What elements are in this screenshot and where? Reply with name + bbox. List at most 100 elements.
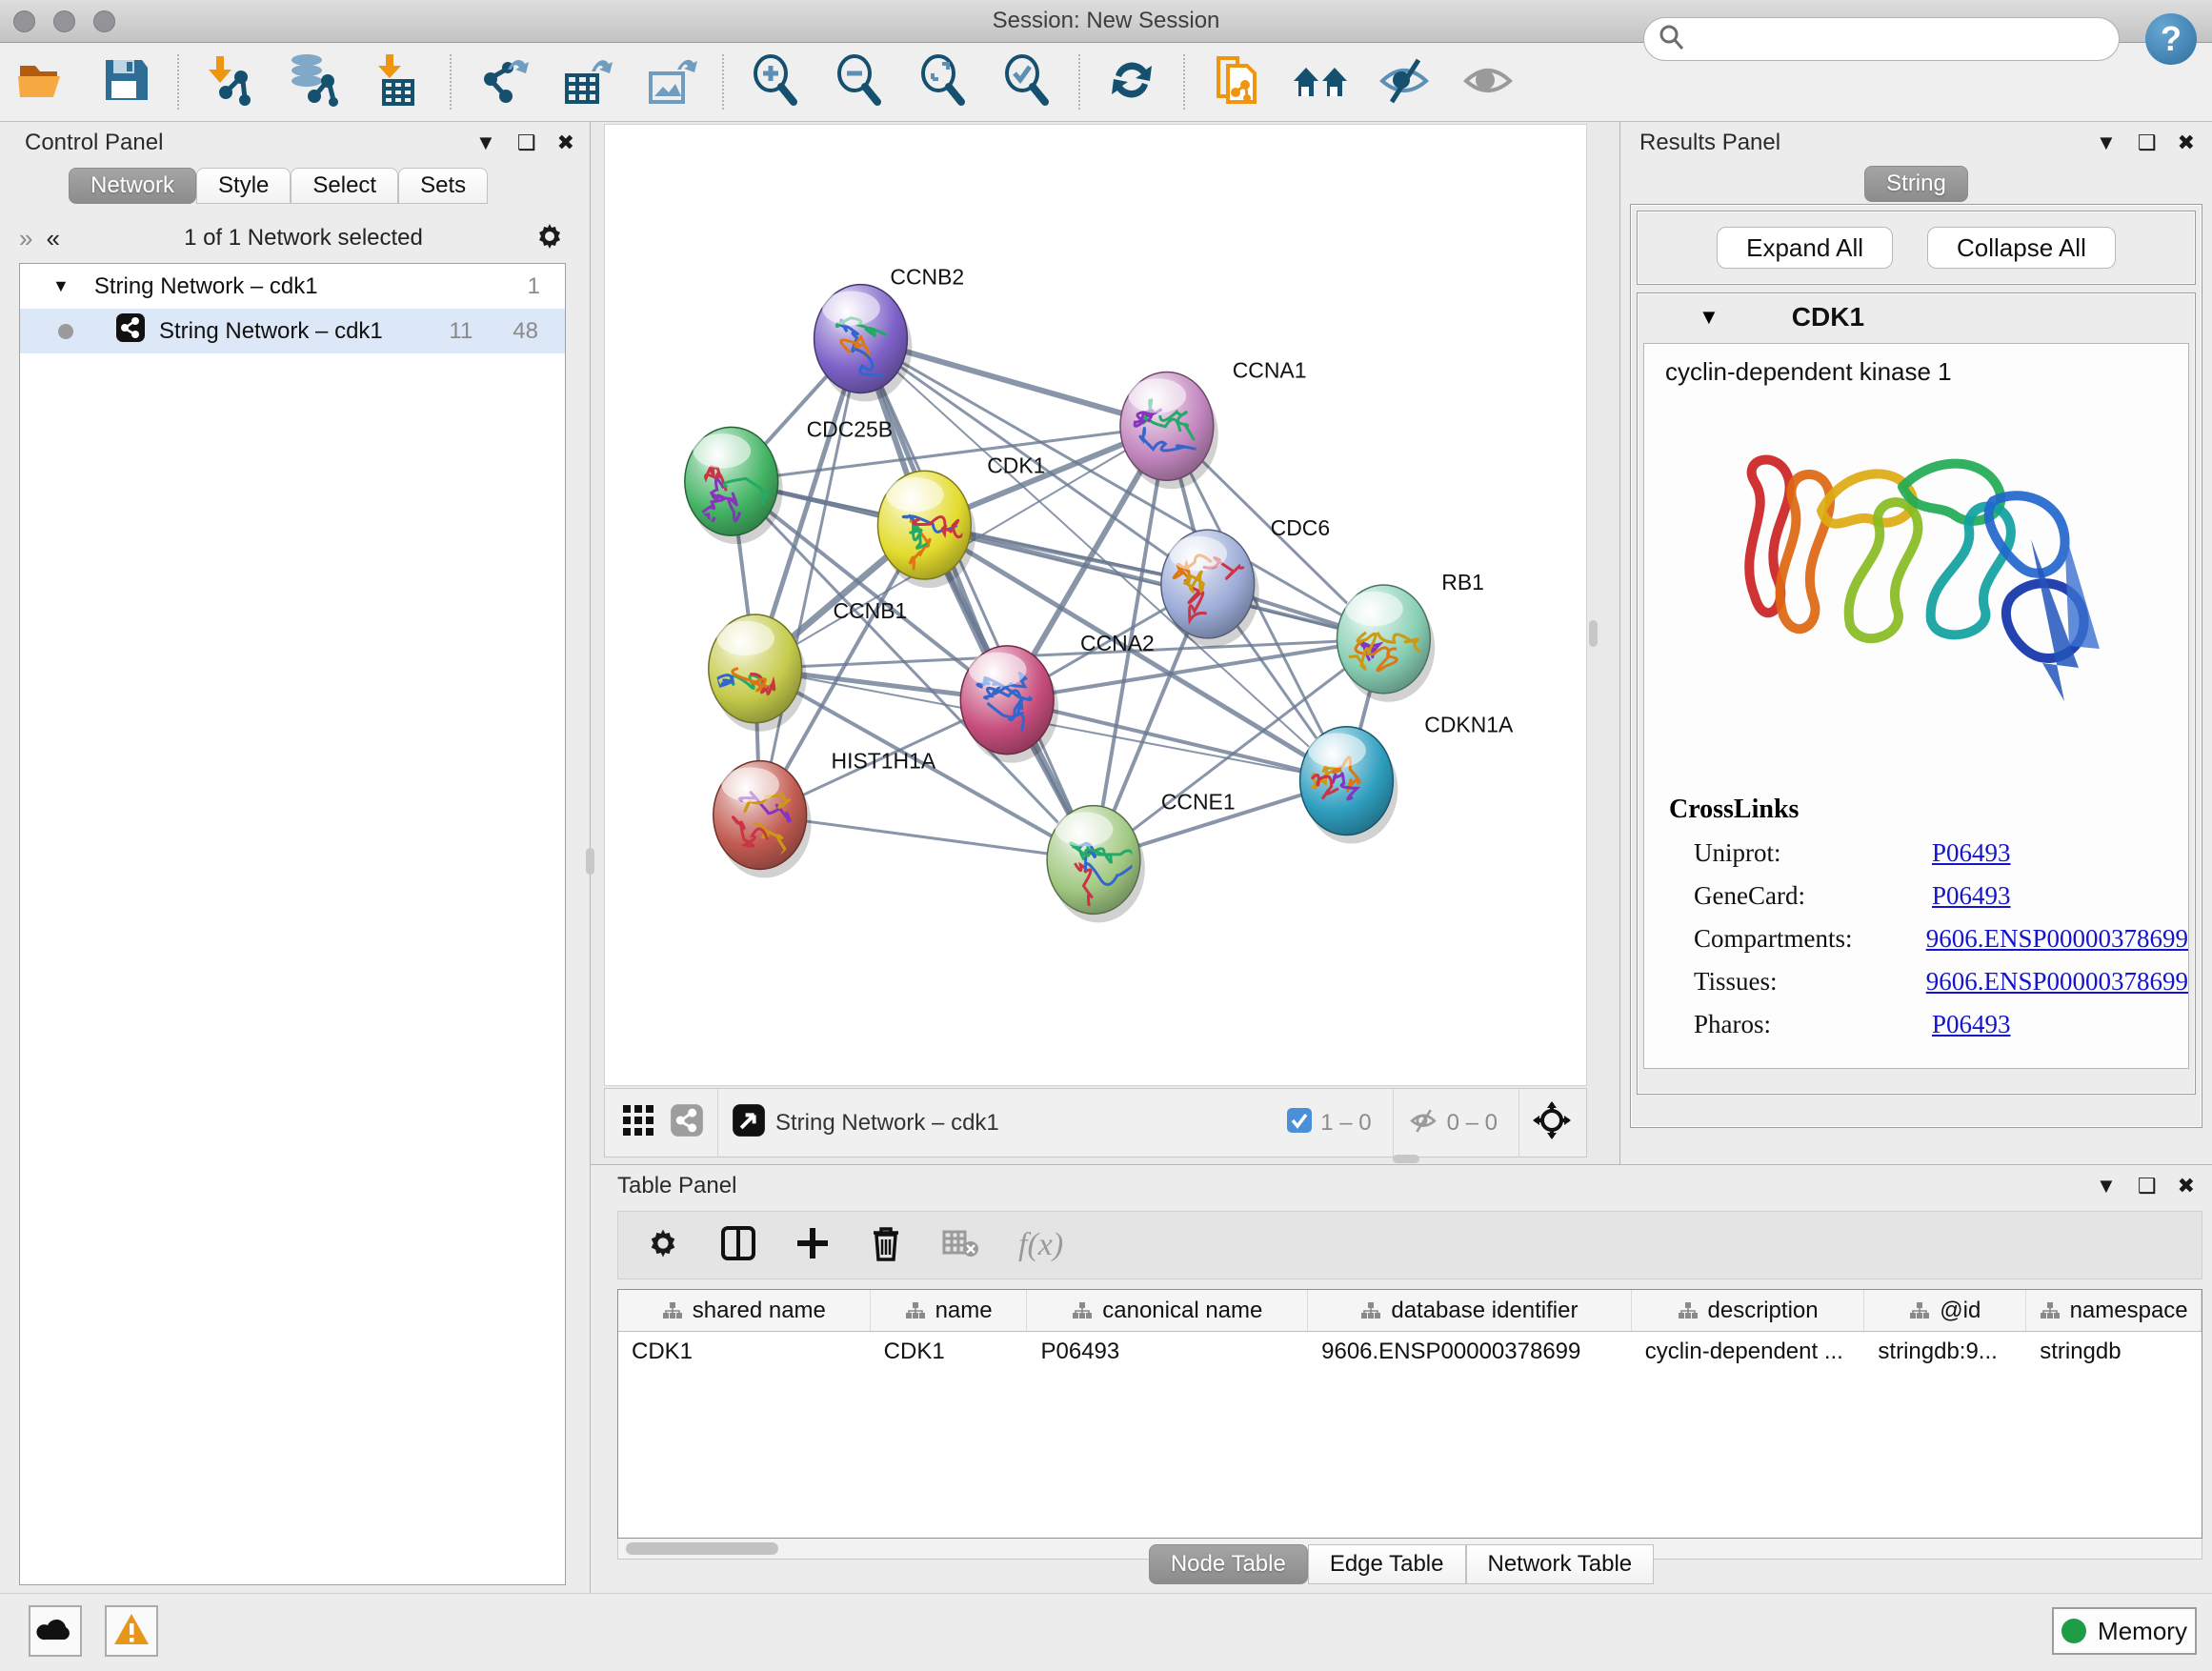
crosslink-link[interactable]: 9606.ENSP00000378699 <box>1926 967 2188 997</box>
column-header-database-identifier[interactable]: database identifier <box>1308 1290 1632 1331</box>
table-cell[interactable]: stringdb:9... <box>1864 1332 2026 1372</box>
collapse-all-networks-icon[interactable]: » <box>19 224 32 253</box>
column-header-canonical-name[interactable]: canonical name <box>1027 1290 1308 1331</box>
network-edge[interactable] <box>760 339 861 815</box>
panel-close-icon[interactable]: ✖ <box>2178 131 2195 155</box>
crosslink-link[interactable]: P06493 <box>1932 1010 2011 1039</box>
panel-close-icon[interactable]: ✖ <box>2178 1174 2195 1198</box>
tab-select[interactable]: Select <box>291 168 398 204</box>
table-cell[interactable]: cyclin-dependent ... <box>1632 1332 1865 1372</box>
panel-close-icon[interactable]: ✖ <box>557 131 574 155</box>
export-network-button[interactable] <box>473 52 533 111</box>
table-cell[interactable]: 9606.ENSP00000378699 <box>1308 1332 1632 1372</box>
help-button[interactable]: ? <box>2145 13 2197 65</box>
column-type-icon <box>1360 1301 1381 1320</box>
table-cell[interactable]: stringdb <box>2026 1332 2202 1372</box>
tab-string[interactable]: String <box>1864 166 1968 202</box>
table-cell[interactable]: CDK1 <box>618 1332 871 1372</box>
search-input[interactable] <box>1686 27 2096 51</box>
crosslink-link[interactable]: P06493 <box>1932 838 2011 868</box>
string-view-icon[interactable] <box>670 1103 704 1142</box>
network-node-cdk1[interactable] <box>877 471 975 588</box>
expand-all-networks-icon[interactable]: « <box>46 224 59 253</box>
crosslink-link[interactable]: P06493 <box>1932 881 2011 911</box>
panel-maximize-icon[interactable]: ❑ <box>517 131 536 155</box>
network-node-cdkn1a[interactable] <box>1300 727 1398 844</box>
gene-caret-icon[interactable]: ▼ <box>1699 305 1719 330</box>
network-node-cdc25b[interactable] <box>685 427 783 544</box>
warning-button[interactable] <box>105 1605 158 1657</box>
right-splitter-handle[interactable] <box>1589 620 1598 647</box>
import-network-file-button[interactable] <box>201 52 260 111</box>
column-header-description[interactable]: description <box>1632 1290 1865 1331</box>
column-header--id[interactable]: @id <box>1864 1290 2026 1331</box>
column-header-shared-name[interactable]: shared name <box>618 1290 871 1331</box>
tab-network-table[interactable]: Network Table <box>1466 1544 1655 1584</box>
network-node-hist1h1a[interactable] <box>714 761 812 878</box>
network-node-cdc6[interactable] <box>1161 530 1269 647</box>
collapse-all-button[interactable]: Collapse All <box>1927 227 2116 269</box>
search-box[interactable] <box>1643 17 2120 61</box>
crosslink-link[interactable]: 9606.ENSP00000378699 <box>1926 924 2188 954</box>
grid-mode-icon[interactable] <box>622 1104 654 1141</box>
tab-node-table[interactable]: Node Table <box>1149 1544 1308 1584</box>
import-table-button[interactable] <box>369 52 428 111</box>
column-header-name[interactable]: name <box>871 1290 1028 1331</box>
tree-caret-icon[interactable]: ▼ <box>52 276 70 296</box>
delete-table-icon[interactable] <box>942 1228 978 1263</box>
network-row[interactable]: String Network – cdk1 11 48 <box>20 309 565 353</box>
panel-float-icon[interactable]: ▼ <box>2096 131 2117 155</box>
column-header-namespace[interactable]: namespace <box>2026 1290 2202 1331</box>
table-cell[interactable]: P06493 <box>1027 1332 1308 1372</box>
panel-maximize-icon[interactable]: ❑ <box>2138 1174 2157 1198</box>
function-builder-icon[interactable]: f(x) <box>1018 1227 1063 1263</box>
selected-checkbox-icon[interactable] <box>1286 1107 1313 1138</box>
zoom-selected-button[interactable] <box>997 52 1056 111</box>
table-row[interactable]: CDK1CDK1P064939606.ENSP00000378699cyclin… <box>618 1332 2202 1372</box>
network-node-ccnb2[interactable] <box>814 285 913 402</box>
first-neighbors-button[interactable] <box>1291 52 1350 111</box>
hide-selected-button[interactable] <box>1375 52 1434 111</box>
network-node-ccne1[interactable] <box>1047 806 1145 923</box>
tab-edge-table[interactable]: Edge Table <box>1308 1544 1466 1584</box>
tab-sets[interactable]: Sets <box>398 168 488 204</box>
network-node-rb1[interactable] <box>1337 585 1435 702</box>
network-node-ccna2[interactable] <box>960 646 1058 763</box>
save-session-button[interactable] <box>96 52 155 111</box>
network-node-ccnb1[interactable] <box>709 614 807 732</box>
birdseye-toggle-icon[interactable] <box>732 1103 766 1142</box>
hidden-eye-icon[interactable] <box>1407 1106 1439 1139</box>
panel-float-icon[interactable]: ▼ <box>475 131 496 155</box>
panel-float-icon[interactable]: ▼ <box>2096 1174 2117 1198</box>
table-settings-gear-icon[interactable] <box>645 1225 681 1266</box>
table-cell[interactable]: CDK1 <box>871 1332 1028 1372</box>
tab-style[interactable]: Style <box>196 168 291 204</box>
network-edge[interactable] <box>924 525 1383 639</box>
zoom-fit-button[interactable] <box>914 52 973 111</box>
left-splitter-handle[interactable] <box>586 848 594 875</box>
panel-maximize-icon[interactable]: ❑ <box>2138 131 2157 155</box>
zoom-in-button[interactable] <box>746 52 805 111</box>
open-session-button[interactable] <box>12 52 71 111</box>
cloud-button[interactable] <box>29 1605 82 1657</box>
export-image-button[interactable] <box>641 52 700 111</box>
refresh-button[interactable] <box>1102 52 1161 111</box>
zoom-out-button[interactable] <box>830 52 889 111</box>
show-columns-icon[interactable] <box>721 1226 755 1265</box>
horizontal-splitter-handle[interactable] <box>1393 1155 1419 1163</box>
tab-network[interactable]: Network <box>69 168 196 204</box>
network-node-ccna1[interactable] <box>1120 372 1218 489</box>
expand-all-button[interactable]: Expand All <box>1717 227 1893 269</box>
import-network-database-button[interactable] <box>285 52 344 111</box>
memory-button[interactable]: Memory <box>2052 1607 2197 1655</box>
delete-column-icon[interactable] <box>870 1225 902 1266</box>
export-table-button[interactable] <box>557 52 616 111</box>
network-canvas[interactable]: CCNB2CCNA1CDC25BCDK1CDC6RB1CCNB1CCNA2CDK… <box>604 124 1587 1086</box>
network-collection-row[interactable]: ▼ String Network – cdk1 1 <box>20 264 565 309</box>
show-all-button[interactable] <box>1458 52 1518 111</box>
add-column-icon[interactable] <box>795 1226 830 1265</box>
pan-crosshair-icon[interactable] <box>1533 1101 1571 1144</box>
warning-icon <box>112 1612 151 1651</box>
duplicate-network-button[interactable] <box>1207 52 1266 111</box>
network-options-gear-icon[interactable] <box>533 220 566 257</box>
